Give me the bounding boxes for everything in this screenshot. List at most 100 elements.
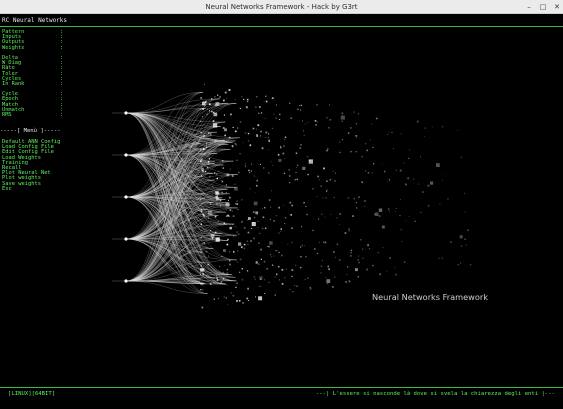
network-node <box>243 98 245 100</box>
network-node <box>239 258 242 261</box>
network-node <box>206 143 208 145</box>
network-node <box>232 226 234 227</box>
network-node <box>252 127 255 130</box>
network-node <box>237 250 239 252</box>
network-node <box>255 211 259 215</box>
network-node <box>283 145 285 147</box>
network-node <box>296 178 298 181</box>
network-node <box>289 201 292 204</box>
network-node <box>275 117 277 119</box>
network-node <box>241 221 243 223</box>
network-node <box>249 188 251 190</box>
network-node <box>347 266 349 268</box>
network-node <box>216 279 219 281</box>
network-node <box>235 226 237 228</box>
network-node <box>339 151 341 154</box>
network-node <box>295 171 297 173</box>
network-node <box>374 213 376 215</box>
network-node <box>362 248 364 250</box>
network-node <box>289 182 291 184</box>
network-node <box>339 259 341 261</box>
network-node <box>299 147 302 149</box>
network-node <box>233 235 235 237</box>
network-node <box>288 175 291 177</box>
maximize-icon[interactable]: □ <box>538 2 548 12</box>
network-node <box>201 168 204 171</box>
network-node <box>207 194 209 195</box>
network-node <box>222 167 224 169</box>
network-node <box>208 158 211 160</box>
network-node <box>301 226 303 228</box>
minimize-icon[interactable]: – <box>524 2 534 12</box>
network-node <box>302 166 306 170</box>
network-node <box>465 244 467 246</box>
network-node <box>260 248 262 251</box>
network-node <box>457 129 459 131</box>
network-node <box>305 205 307 207</box>
network-node <box>401 241 403 242</box>
network-node <box>205 250 208 253</box>
network-node <box>405 183 407 186</box>
network-node <box>211 98 213 100</box>
network-node <box>246 101 249 103</box>
network-node <box>414 220 416 222</box>
network-node <box>325 197 327 199</box>
network-node <box>459 235 463 239</box>
network-node <box>326 180 328 182</box>
network-node <box>212 123 218 128</box>
network-node <box>230 292 232 294</box>
network-node <box>290 117 292 119</box>
network-node <box>356 137 357 139</box>
network-node <box>399 215 401 216</box>
network-node <box>253 276 255 278</box>
network-node <box>379 273 382 276</box>
network-node <box>271 264 274 266</box>
network-node <box>244 132 247 134</box>
network-node <box>326 190 328 192</box>
network-node <box>208 132 210 134</box>
network-node <box>460 156 462 158</box>
network-node <box>292 290 294 293</box>
network-node <box>209 110 210 112</box>
network-node <box>378 208 383 212</box>
network-node <box>268 199 271 201</box>
network-node <box>219 199 222 202</box>
network-node <box>303 134 305 136</box>
network-node <box>200 97 202 99</box>
network-node <box>212 239 213 241</box>
network-node <box>281 269 284 271</box>
network-node <box>259 106 261 108</box>
network-node <box>322 241 324 243</box>
network-node <box>327 283 329 285</box>
network-node <box>317 121 319 123</box>
menu-item-esc[interactable]: Esc <box>2 186 60 192</box>
network-node <box>427 184 430 187</box>
network-node <box>318 179 320 181</box>
network-node <box>208 255 209 257</box>
network-node <box>291 242 293 244</box>
network-node <box>200 219 202 221</box>
network-node <box>279 113 281 115</box>
network-node <box>296 285 298 287</box>
network-node <box>306 213 308 216</box>
network-node <box>235 130 237 132</box>
network-node <box>309 286 312 289</box>
network-node <box>234 186 238 191</box>
window-titlebar[interactable]: Neural Networks Framework - Hack by G3rt… <box>0 0 563 14</box>
network-node <box>365 170 367 172</box>
network-node <box>201 283 204 286</box>
network-node <box>253 216 256 219</box>
network-node <box>210 234 215 238</box>
network-node <box>273 255 275 257</box>
network-node <box>232 294 235 297</box>
network-node <box>381 225 385 229</box>
network-node <box>263 260 266 263</box>
network-node <box>364 200 366 202</box>
network-node <box>388 131 390 133</box>
network-node <box>222 160 224 162</box>
network-node <box>420 211 422 213</box>
close-icon[interactable]: ✕ <box>552 2 562 12</box>
network-node <box>220 281 223 283</box>
network-node <box>280 145 282 147</box>
network-node <box>277 154 280 156</box>
